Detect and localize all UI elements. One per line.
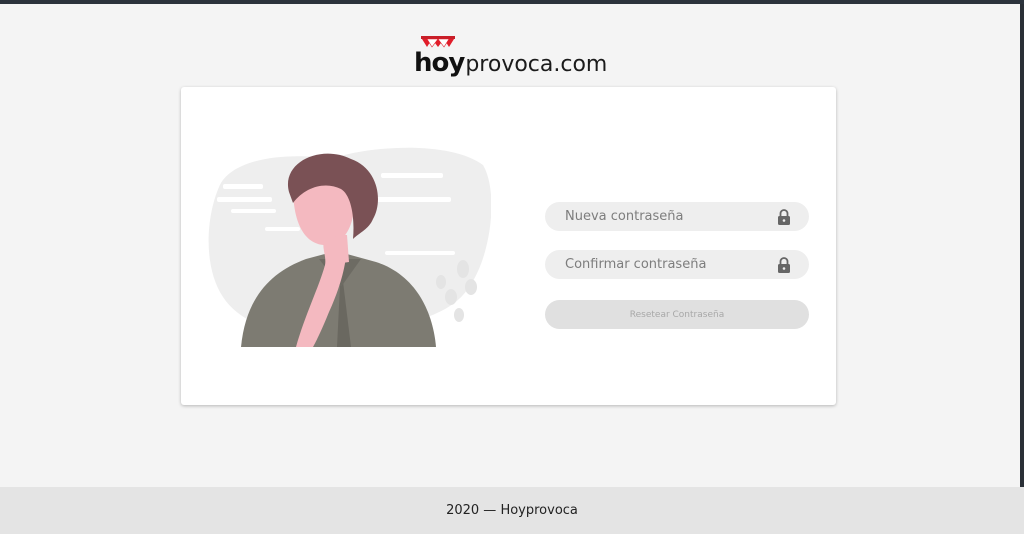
confirm-password-input[interactable]	[563, 249, 777, 280]
footer: 2020 — Hoyprovoca	[0, 487, 1024, 534]
new-password-input[interactable]	[563, 201, 777, 232]
lock-icon	[778, 256, 790, 273]
reset-password-card: Resetear Contraseña	[181, 87, 836, 405]
top-bar	[0, 0, 1024, 4]
brand-logo[interactable]: hoy provoca.com	[414, 36, 614, 80]
logo-text-domain: provoca.com	[465, 52, 608, 77]
new-password-field[interactable]	[545, 201, 809, 232]
logo-text-bold: hoy	[414, 48, 465, 78]
lock-icon	[778, 208, 790, 225]
reset-password-button[interactable]: Resetear Contraseña	[545, 300, 809, 329]
thinking-person-illustration	[208, 147, 491, 347]
window-edge	[1020, 4, 1024, 487]
confirm-password-field[interactable]	[545, 249, 809, 280]
footer-copyright: 2020 — Hoyprovoca	[446, 503, 578, 518]
